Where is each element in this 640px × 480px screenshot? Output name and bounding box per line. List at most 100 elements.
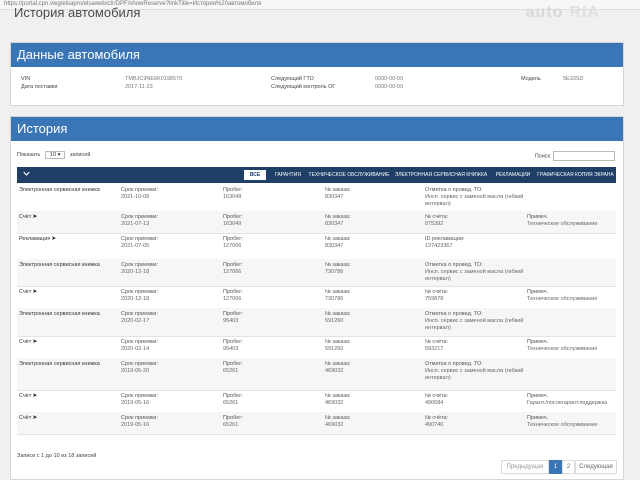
order-number-cell: № заказа: 591260 [325, 311, 351, 324]
order-number-cell: № заказа: 830347 [325, 236, 351, 249]
acceptance-date-cell: Срок приемки: 2019-05-20 [121, 361, 158, 374]
vehicle-labels-col1: VIN Дата поставки [21, 75, 57, 91]
detail-cell: Отметка о провед. ТО: Инсп. сервис с заме… [425, 187, 524, 207]
vehicle-data-panel: Данные автомобиля VIN Дата поставки TMBJ… [10, 42, 624, 106]
table-row[interactable]: Счёт➤ Срок приемки: 2019-05-16 Пробег: 65261… [17, 390, 616, 413]
mileage-cell: Пробег: 65261 [223, 393, 243, 406]
detail-cell: № счёта: 490740 [425, 415, 449, 428]
acceptance-date-cell: Срок приемки: 2020-02-17 [121, 311, 158, 324]
row-type[interactable]: Счёт➤ [19, 289, 123, 296]
table-row[interactable]: Рекламация➤ Срок приемки: 2021-07-05 Пробег… [17, 233, 616, 260]
acceptance-date-cell: Срок приемки: 2020-02-14 [121, 339, 158, 352]
note-cell: Примеч. Техническое обслуживание [527, 214, 598, 227]
page-1-button[interactable]: 1 [549, 460, 562, 474]
history-filter-tabs: ВСЕ ГАРАНТИЯ ТЕХНИЧЕСКОЕ ОБСЛУЖИВАНИЕ ЭЛ… [17, 167, 616, 183]
expand-arrow-icon[interactable]: ➤ [32, 214, 37, 220]
acceptance-date-cell: Срок приемки: 2020-12-18 [121, 289, 158, 302]
next-page-button[interactable]: Следующая [575, 460, 617, 474]
history-panel: История Показать 10 ▾ записей Поиск: ВСЕ… [10, 116, 624, 480]
page-size-select[interactable]: 10 ▾ [44, 151, 66, 159]
chevron-down-icon[interactable] [23, 170, 30, 177]
table-row[interactable]: Счёт➤ Срок приемки: 2019-05-16 Пробег: 65261… [17, 412, 616, 435]
note-cell: Примеч. Техническое обслуживание [527, 339, 598, 352]
vin-label: VIN [21, 76, 31, 82]
mileage-cell: Пробег: 163049 [223, 214, 243, 227]
table-row[interactable]: Электронная сервисная книжка Срок приемки… [17, 308, 616, 337]
order-number-cell: № заказа: 730786 [325, 262, 351, 275]
table-row[interactable]: Электронная сервисная книжка Срок приемки… [17, 184, 616, 212]
show-label: Показать [17, 152, 41, 158]
search-control: Поиск: [535, 151, 615, 161]
detail-cell: Отметка о провед. ТО: Инсп. сервис с заме… [425, 311, 524, 331]
vehicle-values-col2: 0000-00-00 0000-00-00 [375, 75, 403, 91]
row-type[interactable]: Электронная сервисная книжка [19, 187, 123, 194]
table-row[interactable]: Счёт➤ Срок приемки: 2020-02-14 Пробег: 95403… [17, 336, 616, 359]
mileage-cell: Пробег: 127066 [223, 289, 243, 302]
table-row[interactable]: Электронная сервисная книжка Срок приемки… [17, 358, 616, 391]
mileage-cell: Пробег: 65261 [223, 415, 243, 428]
expand-arrow-icon[interactable]: ➤ [51, 236, 56, 242]
order-number-cell: № заказа: 830347 [325, 187, 351, 200]
row-type[interactable]: Счёт➤ [19, 393, 123, 400]
tab-service-book[interactable]: ЭЛЕКТРОННАЯ СЕРВИСНАЯ КНИЖКА [393, 170, 489, 180]
acceptance-date-cell: Срок приемки: 2019-05-16 [121, 415, 158, 428]
next-to-label: Следующий ГТО [271, 76, 314, 82]
order-number-cell: № заказа: 469032 [325, 361, 351, 374]
order-number-cell: № заказа: 730786 [325, 289, 351, 302]
mileage-cell: Пробег: 65261 [223, 361, 243, 374]
note-cell: Примеч. Техническое обслуживание [527, 289, 598, 302]
model-label: Модель [521, 76, 541, 82]
mileage-cell: Пробег: 95403 [223, 311, 243, 324]
table-row[interactable]: Счёт➤ Срок приемки: 2020-12-18 Пробег: 12706… [17, 286, 616, 309]
tab-maintenance[interactable]: ТЕХНИЧЕСКОЕ ОБСЛУЖИВАНИЕ [307, 170, 391, 180]
history-heading: История [11, 117, 623, 141]
expand-arrow-icon[interactable]: ➤ [32, 339, 37, 345]
order-number-cell: № заказа: 830347 [325, 214, 351, 227]
page-title: История автомобиля [14, 5, 141, 20]
row-type[interactable]: Электронная сервисная книжка [19, 262, 123, 269]
expand-arrow-icon[interactable]: ➤ [32, 415, 37, 421]
next-control-value: 0000-00-00 [375, 84, 404, 90]
mileage-cell: Пробег: 163049 [223, 187, 243, 200]
next-to-value: 0000-00-00 [375, 76, 404, 82]
row-type[interactable]: Рекламация➤ [19, 236, 123, 243]
search-label: Поиск: [534, 153, 552, 160]
row-type[interactable]: Счёт➤ [19, 415, 123, 422]
detail-cell: № счёта: 593217 [425, 339, 449, 352]
table-row[interactable]: Счёт➤ Срок приемки: 2021-07-13 Пробег: 16304… [17, 211, 616, 234]
detail-cell: № счёта: 490684 [425, 393, 449, 406]
logo-watermark: auto RIA [525, 4, 600, 21]
detail-cell: Отметка о провед. ТО: Инсп. сервис с заме… [425, 361, 524, 381]
expand-arrow-icon[interactable]: ➤ [32, 393, 37, 399]
tab-all[interactable]: ВСЕ [244, 170, 266, 180]
vehicle-labels-col2: Следующий ГТО Следующий контроль ОГ [271, 75, 335, 91]
search-input[interactable] [553, 151, 615, 161]
row-type[interactable]: Электронная сервисная книжка [19, 311, 123, 318]
mileage-cell: Пробег: 127066 [223, 236, 243, 249]
tab-warranty[interactable]: ГАРАНТИЯ [269, 170, 307, 180]
vehicle-values-col1: TMBJC9NE6K0198570 2017-11-23 [125, 75, 182, 91]
order-number-cell: № заказа: 469032 [325, 415, 351, 428]
detail-cell: № счёта: 759878 [425, 289, 449, 302]
entries-label: записей [69, 152, 91, 158]
table-row[interactable]: Электронная сервисная книжка Срок приемки… [17, 259, 616, 287]
row-type[interactable]: Электронная сервисная книжка [19, 361, 123, 368]
order-number-cell: № заказа: 469032 [325, 393, 351, 406]
tab-claims[interactable]: РЕКЛАМАЦИИ [491, 170, 535, 180]
expand-arrow-icon[interactable]: ➤ [32, 289, 37, 295]
prev-page-button[interactable]: Предыдущая [501, 460, 549, 474]
order-number-cell: № заказа: 591260 [325, 339, 351, 352]
records-info: Записи с 1 до 10 из 18 записей [17, 453, 97, 459]
page-2-button[interactable]: 2 [562, 460, 575, 474]
tab-screen-copy[interactable]: ГРАФИЧЕСКАЯ КОПИЯ ЭКРАНА [537, 170, 614, 180]
model-value: 5E33SD [563, 76, 584, 82]
row-type[interactable]: Счёт➤ [19, 214, 123, 221]
acceptance-date-cell: Срок приемки: 2021-10-08 [121, 187, 158, 200]
mileage-cell: Пробег: 95403 [223, 339, 243, 352]
detail-cell: Отметка о провед. ТО: Инсп. сервис с заме… [425, 262, 524, 282]
acceptance-date-cell: Срок приемки: 2020-12-18 [121, 262, 158, 275]
note-cell: Примеч. Гарант./послегарант.поддержка [527, 393, 608, 406]
delivery-date-label: Дата поставки [21, 84, 58, 90]
vehicle-data-heading: Данные автомобиля [11, 43, 623, 67]
row-type[interactable]: Счёт➤ [19, 339, 123, 346]
